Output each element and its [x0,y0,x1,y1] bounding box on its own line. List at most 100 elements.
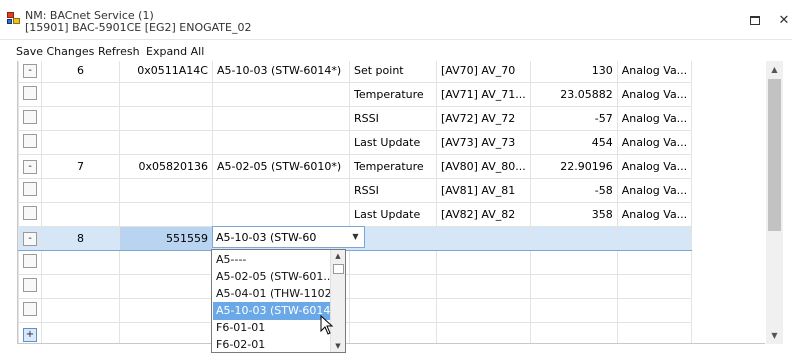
device-address-cell[interactable] [119,178,213,203]
scroll-up-icon[interactable]: ▲ [766,61,783,78]
device-number-cell[interactable] [41,130,120,155]
expand-collapse-button[interactable]: - [23,64,37,78]
object-type-cell[interactable]: Analog Va... [616,106,693,131]
expand-toggle[interactable]: - [18,61,42,83]
expand-toggle[interactable] [18,298,42,323]
expand-toggle[interactable]: - [18,226,42,251]
expand-toggle[interactable]: + [18,322,42,343]
expand-toggle[interactable]: - [18,154,42,179]
device-address-cell[interactable] [119,298,213,323]
datapoint-name-cell[interactable] [349,250,437,275]
expand-all-menu[interactable]: Expand All [146,45,204,58]
table-row[interactable]: -6 0x0511A14C A5-10-03 (STW-6014*) Set poin… [18,61,693,83]
bacnet-object-cell[interactable]: [AV80] AV_80... [436,154,531,179]
expand-collapse-button[interactable] [23,254,37,268]
present-value-cell[interactable] [529,274,618,299]
datapoint-name-cell[interactable]: Temperature [349,82,437,107]
datapoint-name-cell[interactable]: RSSI [349,178,437,203]
expand-toggle[interactable] [18,178,42,203]
object-type-cell[interactable] [616,226,693,251]
object-type-cell[interactable]: Analog Va... [616,130,693,155]
object-type-cell[interactable] [616,298,693,323]
device-number-cell[interactable] [41,82,120,107]
device-number-cell[interactable] [41,178,120,203]
object-type-cell[interactable]: Analog Va... [616,61,693,83]
table-row[interactable]: RSSI [AV72] AV_72 -57 Analog Va... [18,106,693,131]
device-address-cell[interactable] [119,202,213,227]
refresh-menu[interactable]: Refresh [98,45,140,58]
expand-toggle[interactable] [18,274,42,299]
device-address-cell[interactable] [119,82,213,107]
dropdown-option[interactable]: F6-02-01 [213,336,331,353]
grid-scrollbar[interactable]: ▲ ▼ [766,61,783,344]
bacnet-object-cell[interactable] [436,226,531,251]
add-row-button[interactable]: + [23,328,37,342]
expand-collapse-button[interactable] [23,182,37,196]
chevron-down-icon[interactable]: ▼ [347,227,364,247]
present-value-cell[interactable]: 22.90196 [529,154,618,179]
object-type-cell[interactable]: Analog Va... [616,178,693,203]
device-number-cell[interactable]: 6 [41,61,120,83]
device-address-cell[interactable] [119,106,213,131]
combo-value[interactable]: A5-10-03 (STW-60 [216,231,316,244]
eep-profile-cell[interactable] [212,106,350,131]
device-address-cell[interactable] [119,250,213,275]
expand-collapse-button[interactable] [23,302,37,316]
datapoint-name-cell[interactable] [349,274,437,299]
expand-toggle[interactable] [18,82,42,107]
present-value-cell[interactable] [529,226,618,251]
object-type-cell[interactable]: Analog Va... [616,154,693,179]
table-row[interactable] [18,298,693,323]
bacnet-object-cell[interactable] [436,322,531,343]
device-address-cell[interactable]: 551559 [119,226,213,251]
table-row[interactable] [18,250,693,275]
save-changes-menu[interactable]: Save Changes [16,45,94,58]
dropdown-scroll-thumb[interactable] [333,264,344,274]
datapoint-name-cell[interactable]: Set point [349,61,437,83]
device-number-cell[interactable]: 7 [41,154,120,179]
present-value-cell[interactable]: 23.05882 [529,82,618,107]
device-address-cell[interactable] [119,274,213,299]
maximize-button[interactable] [748,14,762,28]
present-value-cell[interactable] [529,250,618,275]
table-row[interactable]: Last Update [AV82] AV_82 358 Analog Va... [18,202,693,227]
dropdown-option[interactable]: A5-02-05 (STW-601... [213,268,331,286]
dropdown-option[interactable]: A5-10-03 (STW-6014*) [213,302,331,320]
eep-profile-cell[interactable] [212,130,350,155]
device-number-cell[interactable] [41,202,120,227]
device-number-cell[interactable] [41,298,120,323]
dropdown-option[interactable]: F6-01-01 [213,319,331,337]
device-address-cell[interactable] [119,130,213,155]
device-address-cell[interactable]: 0x0511A14C [119,61,213,83]
bacnet-object-cell[interactable] [436,298,531,323]
datapoint-name-cell[interactable]: Last Update [349,202,437,227]
eep-combo-editor[interactable]: A5-10-03 (STW-60 ▼ [212,226,365,248]
device-number-cell[interactable]: 8 [41,226,120,251]
scroll-down-icon[interactable]: ▼ [766,327,783,344]
bacnet-object-cell[interactable] [436,250,531,275]
object-type-cell[interactable]: Analog Va... [616,82,693,107]
expand-toggle[interactable] [18,130,42,155]
eep-profile-cell[interactable]: A5-02-05 (STW-6010*) [212,154,350,179]
present-value-cell[interactable]: 358 [529,202,618,227]
datapoint-name-cell[interactable]: Temperature [349,154,437,179]
object-type-cell[interactable]: Analog Va... [616,202,693,227]
bacnet-object-cell[interactable]: [AV81] AV_81 [436,178,531,203]
table-row[interactable]: Temperature [AV71] AV_71... 23.05882 Analog… [18,82,693,107]
device-number-cell[interactable] [41,106,120,131]
present-value-cell[interactable]: 454 [529,130,618,155]
expand-collapse-button[interactable]: - [23,232,37,246]
expand-collapse-button[interactable]: - [23,160,37,174]
present-value-cell[interactable]: 130 [529,61,618,83]
device-number-cell[interactable] [41,250,120,275]
datapoint-name-cell[interactable]: RSSI [349,106,437,131]
present-value-cell[interactable]: -58 [529,178,618,203]
expand-collapse-button[interactable] [23,86,37,100]
object-type-cell[interactable] [616,250,693,275]
expand-toggle[interactable] [18,106,42,131]
present-value-cell[interactable] [529,322,618,343]
table-row[interactable]: RSSI [AV81] AV_81 -58 Analog Va... [18,178,693,203]
scroll-down-icon[interactable]: ▼ [331,340,345,352]
bacnet-object-cell[interactable] [436,274,531,299]
device-number-cell[interactable] [41,322,120,343]
